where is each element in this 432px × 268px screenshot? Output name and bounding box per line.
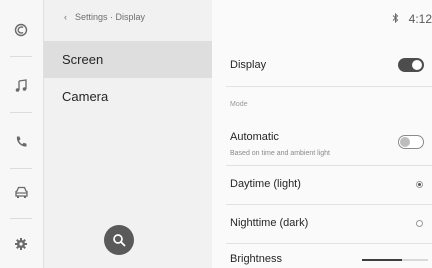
automatic-toggle[interactable] xyxy=(398,135,424,149)
daytime-radio[interactable] xyxy=(416,181,423,188)
search-button[interactable] xyxy=(104,225,134,255)
menu-item-screen[interactable]: Screen xyxy=(44,41,212,78)
nighttime-option-label: Nighttime (dark) xyxy=(230,217,309,229)
rail-divider xyxy=(10,56,32,57)
display-toggle[interactable] xyxy=(398,58,424,72)
music-icon[interactable] xyxy=(9,74,33,98)
automatic-sublabel: Based on time and ambient light xyxy=(230,150,331,157)
search-icon xyxy=(113,234,126,247)
car-icon[interactable] xyxy=(9,180,33,204)
nav-rail xyxy=(0,0,44,268)
mode-section-label: Mode xyxy=(230,101,248,108)
menu-item-label: Camera xyxy=(62,89,109,104)
rail-divider xyxy=(10,168,32,169)
home-icon[interactable] xyxy=(9,18,33,42)
divider xyxy=(226,86,432,87)
brightness-label: Brightness xyxy=(230,253,282,265)
breadcrumb: ‹ Settings · Display xyxy=(64,12,145,22)
back-icon[interactable]: ‹ xyxy=(64,12,67,22)
display-settings-panel: 4:12 Display Mode Automatic Based on tim… xyxy=(212,0,432,268)
rail-divider xyxy=(10,218,32,219)
breadcrumb-text: Settings · Display xyxy=(75,12,146,22)
status-bar: 4:12 xyxy=(392,12,432,26)
divider xyxy=(226,204,432,205)
brightness-slider[interactable] xyxy=(362,259,428,261)
divider xyxy=(226,165,432,166)
settings-menu: ‹ Settings · Display Screen Camera xyxy=(44,0,212,268)
display-label: Display xyxy=(230,59,267,71)
menu-item-label: Screen xyxy=(62,52,104,67)
divider xyxy=(226,243,432,244)
daytime-option-label: Daytime (light) xyxy=(230,178,301,190)
bluetooth-icon xyxy=(392,12,399,26)
clock: 4:12 xyxy=(408,12,432,26)
brightness-slider-fill xyxy=(362,259,402,261)
rail-divider xyxy=(10,112,32,113)
phone-icon[interactable] xyxy=(9,130,33,154)
automatic-label: Automatic xyxy=(230,131,279,143)
nighttime-radio[interactable] xyxy=(416,220,423,227)
menu-item-camera[interactable]: Camera xyxy=(44,78,212,115)
settings-icon[interactable] xyxy=(9,232,33,256)
